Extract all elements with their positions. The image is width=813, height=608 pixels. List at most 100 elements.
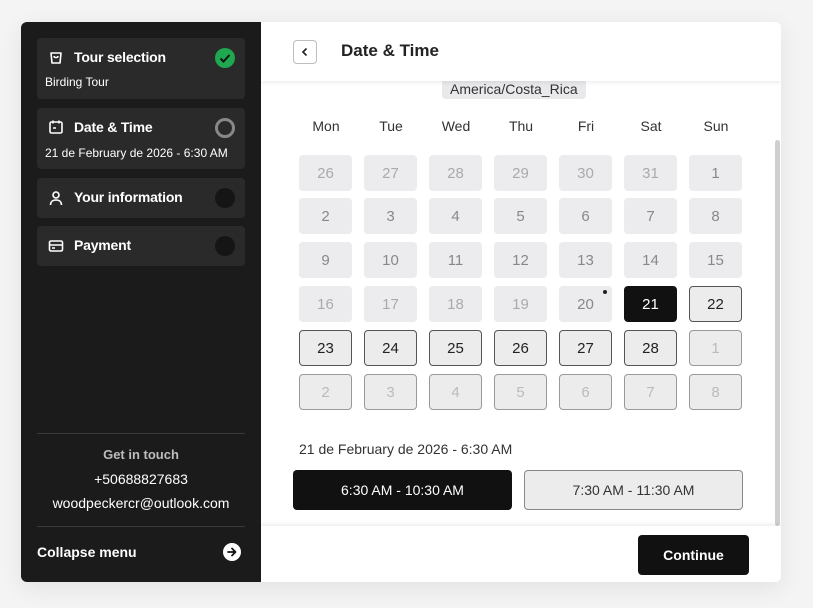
contact-phone[interactable]: +50688827683 bbox=[21, 471, 261, 487]
day-number: 26 bbox=[317, 164, 334, 182]
day-number: 17 bbox=[382, 295, 399, 313]
calendar-day: 6 bbox=[559, 374, 612, 410]
header: Date & Time bbox=[261, 22, 781, 81]
step-title: Tour selection bbox=[74, 49, 166, 65]
main-panel: Date & Time America/Costa_Rica Mon Tue Wed… bbox=[261, 22, 781, 582]
step-title: Payment bbox=[74, 237, 131, 253]
day-number: 13 bbox=[577, 251, 594, 269]
contact-email[interactable]: woodpeckercr@outlook.com bbox=[21, 495, 261, 511]
progress-circle-icon bbox=[215, 118, 235, 138]
day-number: 24 bbox=[382, 339, 399, 357]
calendar-day: 3 bbox=[364, 198, 417, 234]
day-number: 6 bbox=[581, 207, 590, 225]
calendar-day: 5 bbox=[494, 374, 547, 410]
step-date-time[interactable]: Date & Time 21 de February de 2026 - 6:3… bbox=[37, 108, 245, 169]
check-circle-icon bbox=[215, 48, 235, 68]
calendar-day: 28 bbox=[429, 155, 482, 191]
day-number: 16 bbox=[317, 295, 334, 313]
pending-circle-icon bbox=[215, 188, 235, 208]
step-tour-selection[interactable]: Tour selection Birding Tour bbox=[37, 38, 245, 99]
day-number: 28 bbox=[447, 164, 464, 182]
calendar-day: 29 bbox=[494, 155, 547, 191]
scrollbar[interactable] bbox=[775, 140, 780, 526]
day-number: 2 bbox=[321, 207, 330, 225]
calendar-day: 6 bbox=[559, 198, 612, 234]
today-dot-icon bbox=[603, 290, 607, 294]
day-number: 1 bbox=[711, 339, 720, 357]
day-number: 31 bbox=[642, 164, 659, 182]
day-number: 7 bbox=[646, 383, 655, 401]
day-number: 19 bbox=[512, 295, 529, 313]
calendar-day: 12 bbox=[494, 242, 547, 278]
step-subtitle: Birding Tour bbox=[45, 75, 109, 89]
day-number: 5 bbox=[516, 207, 525, 225]
timezone-badge: America/Costa_Rica bbox=[442, 79, 586, 99]
day-number: 1 bbox=[711, 164, 720, 182]
calendar-day: 11 bbox=[429, 242, 482, 278]
time-slot-button[interactable]: 7:30 AM - 11:30 AM bbox=[524, 470, 743, 510]
arrow-right-circle-icon[interactable] bbox=[223, 543, 241, 561]
contact-heading: Get in touch bbox=[103, 447, 179, 462]
day-number: 3 bbox=[386, 383, 395, 401]
calendar-day: 16 bbox=[299, 286, 352, 322]
calendar-day: 5 bbox=[494, 198, 547, 234]
calendar-day[interactable]: 26 bbox=[494, 330, 547, 366]
day-number: 28 bbox=[642, 339, 659, 357]
collapse-menu-button[interactable]: Collapse menu bbox=[37, 544, 137, 560]
day-number: 8 bbox=[711, 383, 720, 401]
calendar-day[interactable]: 27 bbox=[559, 330, 612, 366]
day-number: 7 bbox=[646, 207, 655, 225]
day-number: 4 bbox=[451, 207, 460, 225]
calendar-day[interactable]: 23 bbox=[299, 330, 352, 366]
calendar-day[interactable]: 25 bbox=[429, 330, 482, 366]
page-title: Date & Time bbox=[341, 41, 439, 60]
calendar-day: 15 bbox=[689, 242, 742, 278]
calendar-day[interactable]: 24 bbox=[364, 330, 417, 366]
calendar-day: 7 bbox=[624, 198, 677, 234]
day-number: 12 bbox=[512, 251, 529, 269]
day-number: 18 bbox=[447, 295, 464, 313]
calendar-day[interactable]: 22 bbox=[689, 286, 742, 322]
day-number: 30 bbox=[577, 164, 594, 182]
weekday-header: Sat bbox=[640, 118, 662, 134]
back-button[interactable] bbox=[293, 40, 317, 64]
chevron-left-icon bbox=[301, 47, 308, 57]
weekday-header: Fri bbox=[577, 118, 595, 134]
step-title: Your information bbox=[74, 189, 183, 205]
day-number: 11 bbox=[447, 251, 464, 269]
calendar-day: 20 bbox=[559, 286, 612, 322]
day-number: 21 bbox=[642, 295, 659, 313]
step-subtitle: 21 de February de 2026 - 6:30 AM bbox=[45, 146, 228, 160]
day-number: 8 bbox=[711, 207, 720, 225]
calendar-day: 10 bbox=[364, 242, 417, 278]
calendar-day: 13 bbox=[559, 242, 612, 278]
day-number: 6 bbox=[581, 383, 590, 401]
day-number: 3 bbox=[386, 207, 395, 225]
day-number: 2 bbox=[321, 383, 330, 401]
divider bbox=[37, 526, 245, 527]
day-number: 15 bbox=[707, 251, 724, 269]
calendar-day: 26 bbox=[299, 155, 352, 191]
weekday-header: Tue bbox=[379, 118, 403, 134]
calendar-day-selected[interactable]: 21 bbox=[624, 286, 677, 322]
booking-widget: Tour selection Birding Tour Date & Time … bbox=[21, 22, 781, 582]
time-slot-button[interactable]: 6:30 AM - 10:30 AM bbox=[293, 470, 512, 510]
step-your-information[interactable]: Your information bbox=[37, 178, 245, 218]
calendar-day: 7 bbox=[624, 374, 677, 410]
day-number: 14 bbox=[642, 251, 659, 269]
calendar-day: 14 bbox=[624, 242, 677, 278]
pending-circle-icon bbox=[215, 236, 235, 256]
day-number: 26 bbox=[512, 339, 529, 357]
calendar-day: 1 bbox=[689, 155, 742, 191]
weekday-header: Sun bbox=[703, 118, 729, 134]
calendar-day: 3 bbox=[364, 374, 417, 410]
continue-button[interactable]: Continue bbox=[638, 535, 749, 575]
calendar-day[interactable]: 28 bbox=[624, 330, 677, 366]
weekday-header: Mon bbox=[312, 118, 340, 134]
credit-card-icon bbox=[48, 240, 64, 252]
calendar-icon bbox=[49, 120, 63, 134]
calendar-day: 19 bbox=[494, 286, 547, 322]
step-payment[interactable]: Payment bbox=[37, 226, 245, 266]
day-number: 27 bbox=[382, 164, 399, 182]
calendar-day: 17 bbox=[364, 286, 417, 322]
